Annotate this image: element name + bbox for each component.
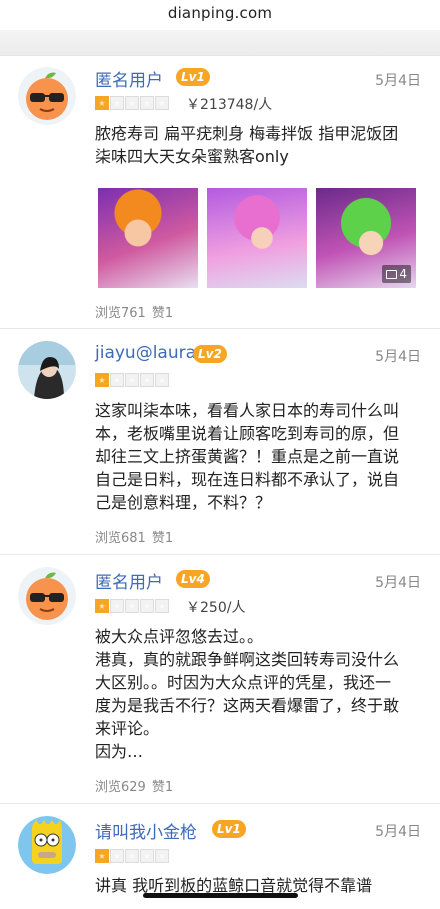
review-photo[interactable]: 4 xyxy=(316,188,416,288)
star-icon xyxy=(110,849,124,863)
level-badge: Lv4 xyxy=(176,570,210,588)
like-count[interactable]: 赞1 xyxy=(152,531,173,546)
page-top-divider xyxy=(0,30,440,56)
avatar[interactable] xyxy=(18,341,76,399)
review-date: 5月4日 xyxy=(375,824,421,840)
orange-sunglasses-avatar-icon xyxy=(18,567,76,625)
review-text-line: 本，老板嘴里说着让顾客吃到寿司的原，但 xyxy=(95,424,400,443)
star-icon xyxy=(95,599,109,613)
review-item: 匿名用户 Lv4 5月4日 ￥250/人 被大众点评忽悠去过。。 港真，真的就跟… xyxy=(0,555,440,804)
like-count[interactable]: 赞1 xyxy=(152,780,173,795)
review-date: 5月4日 xyxy=(375,73,421,89)
price-per-person: ￥250/人 xyxy=(186,600,246,616)
star-icon xyxy=(155,96,169,110)
star-rating xyxy=(95,849,170,863)
review-photo[interactable] xyxy=(98,188,198,288)
star-rating xyxy=(95,373,170,387)
star-icon xyxy=(140,96,154,110)
avatar[interactable] xyxy=(18,816,76,874)
user-photo-avatar-icon xyxy=(18,341,76,399)
photo-count-badge: 4 xyxy=(382,265,411,283)
star-icon xyxy=(95,373,109,387)
review-photos: 4 xyxy=(98,188,416,288)
star-icon xyxy=(125,373,139,387)
username[interactable]: 匿名用户 xyxy=(95,568,163,593)
image-icon xyxy=(386,269,398,279)
star-icon xyxy=(95,849,109,863)
star-icon xyxy=(155,373,169,387)
level-badge: Lv1 xyxy=(176,68,210,86)
review-photo[interactable] xyxy=(207,188,307,288)
username[interactable]: jiayu@laura xyxy=(95,343,196,363)
review-stats: 浏览681 赞1 xyxy=(95,527,173,546)
review-stats: 浏览761 赞1 xyxy=(95,302,173,321)
like-count[interactable]: 赞1 xyxy=(152,306,173,321)
review-text-line: 来评论。 xyxy=(95,719,160,738)
avatar[interactable] xyxy=(18,567,76,625)
star-icon xyxy=(125,599,139,613)
price-per-person: ￥213748/人 xyxy=(186,97,273,113)
view-count: 浏览761 xyxy=(95,306,146,321)
star-icon xyxy=(110,599,124,613)
review-text[interactable]: 这家叫柒本味，看看人家日本的寿司什么叫 本，老板嘴里说着让顾客吃到寿司的原，但 … xyxy=(95,399,415,514)
star-icon xyxy=(125,849,139,863)
review-text-line: 度为是我舌不行？这两天看爆雷了，终于敢 xyxy=(95,696,400,715)
review-text-line: 自己是日料，现在连日料都不承认了，说自 xyxy=(95,470,400,489)
star-rating xyxy=(95,599,170,613)
review-text-line: 脓疮寿司 扁平疣刺身 梅毒拌饭 指甲泥饭团 xyxy=(95,124,399,143)
url-text: dianping.com xyxy=(167,4,273,22)
address-bar[interactable]: dianping.com xyxy=(0,0,440,30)
review-text[interactable]: 脓疮寿司 扁平疣刺身 梅毒拌饭 指甲泥饭团 柒味四大天女朵蜜熟客only xyxy=(95,122,415,168)
home-indicator[interactable] xyxy=(143,893,298,898)
review-date: 5月4日 xyxy=(375,575,421,591)
yellow-cartoon-avatar-icon xyxy=(18,816,76,874)
star-icon xyxy=(110,373,124,387)
star-rating xyxy=(95,96,170,110)
username[interactable]: 请叫我小金枪 xyxy=(95,818,197,843)
star-icon xyxy=(140,849,154,863)
star-icon xyxy=(110,96,124,110)
review-text-line: 因为… xyxy=(95,742,144,761)
review-item: jiayu@laura Lv2 5月4日 这家叫柒本味，看看人家日本的寿司什么叫… xyxy=(0,329,440,555)
avatar[interactable] xyxy=(18,67,76,125)
star-icon xyxy=(140,599,154,613)
photo-count: 4 xyxy=(399,267,407,281)
review-text-line: 却往三文上挤蛋黄酱？！重点是之前一直说 xyxy=(95,447,400,466)
review-item: 匿名用户 Lv1 5月4日 ￥213748/人 脓疮寿司 扁平疣刺身 梅毒拌饭 … xyxy=(0,56,440,329)
review-text-line: 己是创意料理，不料？？ xyxy=(95,493,272,512)
review-text-line: 柒味四大天女朵蜜熟客only xyxy=(95,147,289,166)
star-icon xyxy=(155,599,169,613)
review-text-line: 大区别。。时因为大众点评的凭星，我还一 xyxy=(95,673,392,692)
review-text-line: 港真，真的就跟争鲜啊这类回转寿司没什么 xyxy=(95,650,400,669)
review-text[interactable]: 被大众点评忽悠去过。。 港真，真的就跟争鲜啊这类回转寿司没什么 大区别。。时因为… xyxy=(95,625,415,763)
star-icon xyxy=(140,373,154,387)
username[interactable]: 匿名用户 xyxy=(95,66,163,91)
review-date: 5月4日 xyxy=(375,349,421,365)
star-icon xyxy=(95,96,109,110)
level-badge: Lv2 xyxy=(193,345,227,363)
view-count: 浏览629 xyxy=(95,780,146,795)
star-icon xyxy=(155,849,169,863)
level-badge: Lv1 xyxy=(212,820,246,838)
review-stats: 浏览629 赞1 xyxy=(95,776,173,795)
star-icon xyxy=(125,96,139,110)
review-text-line: 被大众点评忽悠去过。。 xyxy=(95,627,264,646)
review-text-line: 这家叫柒本味，看看人家日本的寿司什么叫 xyxy=(95,401,400,420)
orange-sunglasses-avatar-icon xyxy=(18,67,76,125)
view-count: 浏览681 xyxy=(95,531,146,546)
